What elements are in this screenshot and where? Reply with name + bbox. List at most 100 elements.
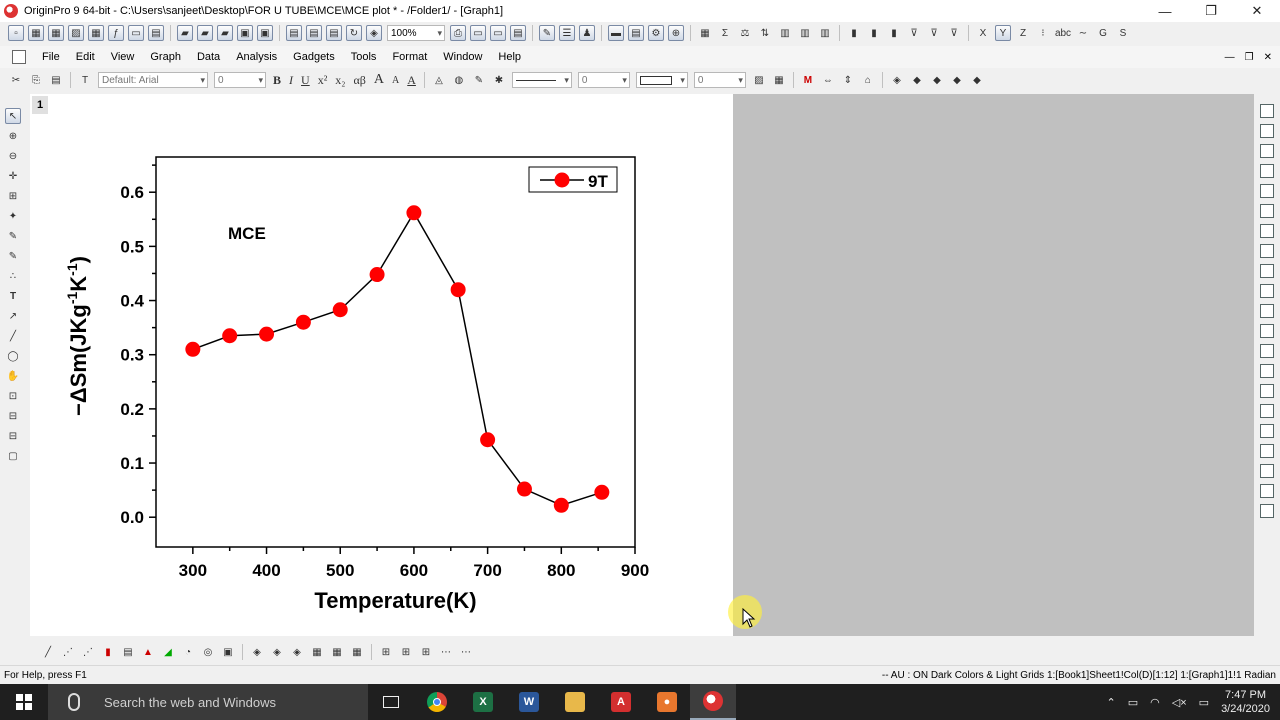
line-style-combo[interactable] bbox=[511, 72, 572, 88]
same-height-icon[interactable] bbox=[1260, 504, 1274, 518]
3d-bar-icon[interactable]: ◈ bbox=[289, 644, 305, 660]
draw-data-icon[interactable]: ✎ bbox=[5, 228, 21, 244]
underline-button[interactable]: U bbox=[301, 73, 310, 88]
menu-tools[interactable]: Tools bbox=[343, 46, 385, 68]
align-icon[interactable]: ⇕ bbox=[840, 72, 856, 88]
clock[interactable]: 7:47 PM 3/24/2020 bbox=[1221, 688, 1270, 716]
layer-tab-1[interactable]: 1 bbox=[32, 96, 48, 114]
new-graph-icon[interactable]: ▨ bbox=[68, 25, 84, 41]
stack-panel-icon[interactable]: ⊞ bbox=[398, 644, 414, 660]
zoom-out-tool-icon[interactable]: ⊖ bbox=[5, 148, 21, 164]
pattern-icon[interactable]: ◍ bbox=[451, 72, 467, 88]
template-icon[interactable]: ⊞ bbox=[418, 644, 434, 660]
open-excel-icon[interactable]: ▰ bbox=[217, 25, 233, 41]
pointer-tool-icon[interactable]: ↖ bbox=[5, 108, 21, 124]
command-window-icon[interactable]: ☰ bbox=[559, 25, 575, 41]
shrink-font-button[interactable]: A bbox=[392, 75, 399, 86]
set-label-icon[interactable]: abc bbox=[1055, 25, 1071, 41]
bold-button[interactable]: B bbox=[273, 73, 281, 88]
restore-button[interactable]: ❐ bbox=[1188, 0, 1234, 22]
border-style-combo[interactable] bbox=[635, 72, 688, 88]
row-stats-icon[interactable]: ▥ bbox=[797, 25, 813, 41]
folder-icon[interactable]: ▬ bbox=[608, 25, 624, 41]
new-notes-icon[interactable]: ▤ bbox=[148, 25, 164, 41]
add-color-scale-icon[interactable] bbox=[1260, 324, 1274, 338]
back-icon[interactable]: ◆ bbox=[929, 72, 945, 88]
add-layer-icon[interactable]: ⊕ bbox=[668, 25, 684, 41]
notifications-icon[interactable]: ▭ bbox=[1199, 696, 1209, 709]
area-plot-icon[interactable]: ▲ bbox=[140, 644, 156, 660]
menu-edit[interactable]: Edit bbox=[68, 46, 103, 68]
menu-data[interactable]: Data bbox=[189, 46, 228, 68]
border-width-combo[interactable]: 0 bbox=[693, 72, 746, 88]
align-bottom-icon[interactable] bbox=[1260, 464, 1274, 478]
greek-button[interactable]: αβ bbox=[353, 73, 365, 88]
lock-icon[interactable]: ⌂ bbox=[860, 72, 876, 88]
open-icon[interactable]: ▰ bbox=[177, 25, 193, 41]
polar-plot-icon[interactable]: ◎ bbox=[200, 644, 216, 660]
zoom-in-tool-icon[interactable]: ⊕ bbox=[5, 128, 21, 144]
data-selector-icon[interactable]: ⊞ bbox=[5, 188, 21, 204]
worksheet-data-icon[interactable]: ▦ bbox=[697, 25, 713, 41]
add-bottom-x-icon[interactable] bbox=[1260, 204, 1274, 218]
import-multiple-icon[interactable]: ▤ bbox=[306, 25, 322, 41]
mdi-minimize-icon[interactable]: — bbox=[1225, 52, 1235, 63]
recalculate-icon[interactable]: ↻ bbox=[346, 25, 362, 41]
arrange-layers-icon[interactable] bbox=[1260, 164, 1274, 178]
fit-icon[interactable]: ⚙ bbox=[648, 25, 664, 41]
menu-analysis[interactable]: Analysis bbox=[228, 46, 285, 68]
line-color-icon[interactable]: ✎ bbox=[471, 72, 487, 88]
taskbar-explorer[interactable] bbox=[552, 684, 598, 720]
heatmap-icon[interactable]: ▦ bbox=[349, 644, 365, 660]
bar-chart-icon[interactable]: ▮ bbox=[846, 25, 862, 41]
layer-manager-icon[interactable] bbox=[1260, 124, 1274, 138]
add-axes-icon[interactable] bbox=[1260, 284, 1274, 298]
paste-icon[interactable]: ▤ bbox=[48, 72, 64, 88]
superscript-button[interactable]: x² bbox=[318, 73, 328, 88]
align-top-icon[interactable] bbox=[1260, 444, 1274, 458]
arrow-tool-icon[interactable]: ↗ bbox=[5, 308, 21, 324]
mask-icon[interactable]: ✎ bbox=[5, 248, 21, 264]
copy-page-icon[interactable]: ▭ bbox=[470, 25, 486, 41]
object-manager-icon[interactable]: ♟ bbox=[579, 25, 595, 41]
pie-plot-icon[interactable]: ◔ bbox=[180, 644, 196, 660]
export-graph-icon[interactable]: ▭ bbox=[490, 25, 506, 41]
font-color-icon[interactable]: A bbox=[407, 73, 416, 88]
new-workbook-icon[interactable]: ▦ bbox=[28, 25, 44, 41]
mdi-close-icon[interactable]: ✕ bbox=[1264, 52, 1272, 63]
3d-scatter-icon[interactable]: ◈ bbox=[269, 644, 285, 660]
copy-icon[interactable]: ⎘ bbox=[28, 72, 44, 88]
menu-graph[interactable]: Graph bbox=[142, 46, 189, 68]
line-plot-icon[interactable]: ╱ bbox=[40, 644, 56, 660]
pattern-fill-icon[interactable]: ▨ bbox=[751, 72, 767, 88]
menu-help[interactable]: Help bbox=[490, 46, 529, 68]
set-group-icon[interactable]: G bbox=[1095, 25, 1111, 41]
contour-icon[interactable]: ▦ bbox=[309, 644, 325, 660]
frequency-icon[interactable]: ▥ bbox=[817, 25, 833, 41]
zoom-combo[interactable]: 100% bbox=[387, 25, 445, 41]
multi-panel-icon[interactable]: ⊞ bbox=[378, 644, 394, 660]
extract-layers-icon[interactable] bbox=[1260, 184, 1274, 198]
layer-tool-icon[interactable]: ▢ bbox=[5, 448, 21, 464]
double-y-icon[interactable]: ⋯ bbox=[438, 644, 454, 660]
chevron-up-icon[interactable]: ⌃ bbox=[1107, 696, 1116, 709]
task-view-button[interactable] bbox=[368, 684, 414, 720]
italic-button[interactable]: I bbox=[289, 73, 293, 88]
date-time-icon[interactable] bbox=[1260, 364, 1274, 378]
template-library-icon[interactable]: ⋯ bbox=[458, 644, 474, 660]
taskbar-origin[interactable] bbox=[690, 684, 736, 720]
fill-area-icon[interactable]: ◢ bbox=[160, 644, 176, 660]
align-right-icon[interactable] bbox=[1260, 424, 1274, 438]
column-stats-icon[interactable]: ▥ bbox=[777, 25, 793, 41]
new-function-icon[interactable]: ƒ bbox=[108, 25, 124, 41]
image-plot-icon[interactable]: ▦ bbox=[329, 644, 345, 660]
save-template-icon[interactable]: ▣ bbox=[257, 25, 273, 41]
font-combo[interactable]: Default: Arial bbox=[98, 72, 208, 88]
start-button[interactable] bbox=[0, 684, 48, 720]
set-y-icon[interactable]: Y bbox=[995, 25, 1011, 41]
distribute-icon[interactable]: ⇔ bbox=[820, 72, 836, 88]
sum-icon[interactable]: Σ bbox=[717, 25, 733, 41]
forward-icon[interactable]: ◆ bbox=[949, 72, 965, 88]
import-icon[interactable]: ▤ bbox=[286, 25, 302, 41]
taskbar-search[interactable]: Search the web and Windows bbox=[48, 684, 368, 720]
